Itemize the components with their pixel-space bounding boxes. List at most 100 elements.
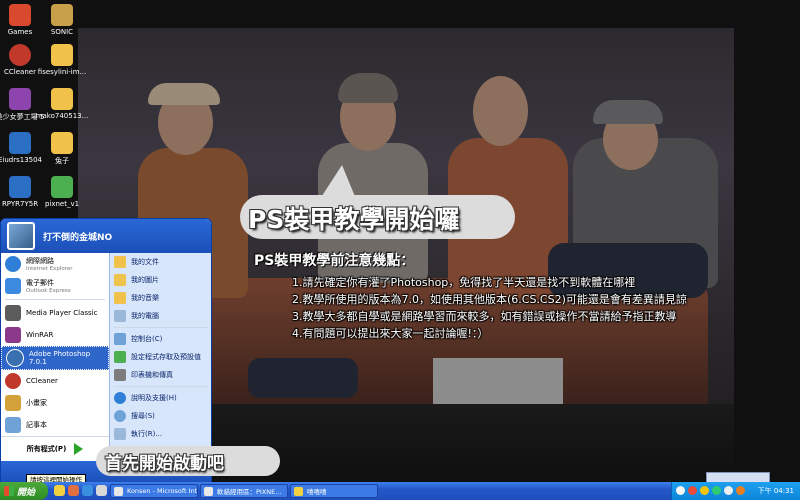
start-place-label: 我的電腦 [131,312,159,320]
start-item-photoshop[interactable]: Adobe Photoshop 7.0.1 [1,346,109,370]
wallpaper-hat-4 [593,100,663,124]
start-place-label: 控制台(C) [131,335,163,343]
windows-logo-icon [4,486,14,496]
file-icon [51,44,73,66]
start-item-label: Adobe Photoshop 7.0.1 [29,350,91,366]
start-place-label: 我的音樂 [131,294,159,302]
quick-launch-app-icon[interactable] [68,485,79,496]
system-tray: 下午 04:31 [671,482,800,500]
tray-volume-icon[interactable] [724,486,733,495]
start-item-email[interactable]: 電子郵件 Outlook Express [1,275,109,297]
taskbar-button-label: 嘻嘻嘻 [307,488,327,496]
start-place-pictures[interactable]: 我的圖片 [110,271,211,289]
notes-item: 2.教學所使用的版本為7.0，如使用其他版本(6.CS.CS2)可能還是會有差異… [292,293,687,306]
desktop-icon-label: 兔子 [55,157,69,165]
user-avatar[interactable] [7,222,35,250]
file-icon [51,132,73,154]
taskbar-button-browser[interactable]: Konsen - Microsoft Int... [110,484,198,498]
desktop-icon-label: pixnet_v1 [44,200,80,208]
start-place-program-access[interactable]: 設定程式存取及預設值 [110,348,211,366]
taskbar-button-chat[interactable]: 嘻嘻嘻 [290,484,378,498]
taskbar: 開始 Konsen - Microsoft Int... 軟貓經用區：PIXNE… [0,482,800,500]
file-icon [51,88,73,110]
start-item-label: 網際網路 [26,257,54,265]
desktop-icon-pixnet[interactable]: pixnet_v1 [27,176,97,208]
quick-launch-browser-icon[interactable] [82,485,93,496]
start-menu-separator [5,299,105,300]
start-place-label: 我的文件 [131,258,159,266]
start-item-label: Media Player Classic [26,309,98,317]
taskbar-button-label: Konsen - Microsoft Int... [127,487,198,495]
tray-antivirus-icon[interactable] [688,486,697,495]
callout-start-text: 首先開始啟動吧 [105,454,224,474]
desktop-icon-rabbit[interactable]: 兔子 [27,132,97,166]
user-name: 打不倒的金城NO [43,232,113,243]
folder-icon [114,256,126,268]
notes-item: 4.有問題可以提出來大家一起討論喔!：） [292,327,489,340]
quick-launch-desktop-icon[interactable] [96,485,107,496]
taskbar-button-label: 軟貓經用區：PIXNE... [217,488,282,496]
desktop-icon-file-2[interactable]: mako740513... [27,88,97,120]
program-access-icon [114,351,126,363]
start-menu-header: 打不倒的金城NO [1,219,211,253]
start-place-printers[interactable]: 印表機和傳真 [110,366,211,384]
notes-list: 1.請先確定你有灌了Photoshop，免得找了半天還是找不到軟體在哪裡 2.教… [292,274,687,342]
start-place-documents[interactable]: 我的文件 [110,253,211,271]
start-item-label: 小畫家 [26,399,47,407]
run-icon [114,428,126,440]
start-place-label: 設定程式存取及預設值 [131,353,201,361]
start-place-search[interactable]: 搜尋(S) [110,407,211,425]
start-item-label: CCleaner [26,377,58,385]
start-place-label: 印表機和傳真 [131,371,173,379]
printer-icon [114,369,126,381]
start-item-label: 電子郵件 [26,279,54,287]
callout-main-tail [320,165,356,199]
internet-explorer-icon [5,256,21,272]
media-player-icon [5,305,21,321]
taskbar-button-pixnet[interactable]: 軟貓經用區：PIXNE... [200,484,288,498]
ie-icon [204,487,213,496]
start-item-media-player[interactable]: Media Player Classic [1,302,109,324]
start-place-run[interactable]: 執行(R)... [110,425,211,443]
start-place-label: 說明及支援(H) [131,394,177,402]
start-place-label: 執行(R)... [131,430,163,438]
paint-icon [5,395,21,411]
tray-network-icon[interactable] [676,486,685,495]
start-menu-separator [114,327,208,328]
tray-app-icon[interactable] [712,486,721,495]
computer-icon [114,310,126,322]
folder-icon [114,274,126,286]
photoshop-icon [6,349,24,367]
all-programs-button[interactable]: 所有程式(P) [1,436,109,461]
arrow-right-icon [74,443,84,455]
taskbar-clock[interactable]: 下午 04:31 [758,486,794,496]
quick-launch-smiley-icon[interactable] [54,485,65,496]
notes-item: 1.請先確定你有灌了Photoshop，免得找了半天還是找不到軟體在哪裡 [292,276,636,289]
notes-item: 3.教學大多都自學或是網路學習而來較多，如有錯誤或操作不當請給予指正教導 [292,310,677,323]
tray-security-icon[interactable] [736,486,745,495]
start-menu-pinned: 網際網路 Internet Explorer 電子郵件 Outlook Expres… [1,253,109,461]
search-icon [114,410,126,422]
start-item-winrar[interactable]: WinRAR [1,324,109,346]
control-panel-icon [114,333,126,345]
start-place-computer[interactable]: 我的電腦 [110,307,211,325]
desktop: Games SONIC CCleaner fisesylini-im... 美少… [0,0,800,484]
desktop-icon-file-1[interactable]: fisesylini-im... [27,44,97,76]
wallpaper-person-3-head [473,76,528,146]
start-place-help[interactable]: 說明及支援(H) [110,389,211,407]
start-item-paint[interactable]: 小畫家 [1,392,109,414]
start-place-music[interactable]: 我的音樂 [110,289,211,307]
callout-main-text: PS裝甲教學開始囉 [248,205,460,234]
notes-title: PS裝甲教學前注意幾點： [254,253,415,269]
tray-messenger-icon[interactable] [700,486,709,495]
start-button-label: 開始 [17,487,36,498]
start-button[interactable]: 開始 [0,482,48,500]
ccleaner-icon [5,373,21,389]
start-item-ccleaner[interactable]: CCleaner [1,370,109,392]
start-item-notepad[interactable]: 記事本 [1,414,109,436]
start-item-internet[interactable]: 網際網路 Internet Explorer [1,253,109,275]
start-place-control-panel[interactable]: 控制台(C) [110,330,211,348]
program-icon [51,176,73,198]
desktop-icon-sonic[interactable]: SONIC [27,4,97,36]
start-item-label: 記事本 [26,421,47,429]
